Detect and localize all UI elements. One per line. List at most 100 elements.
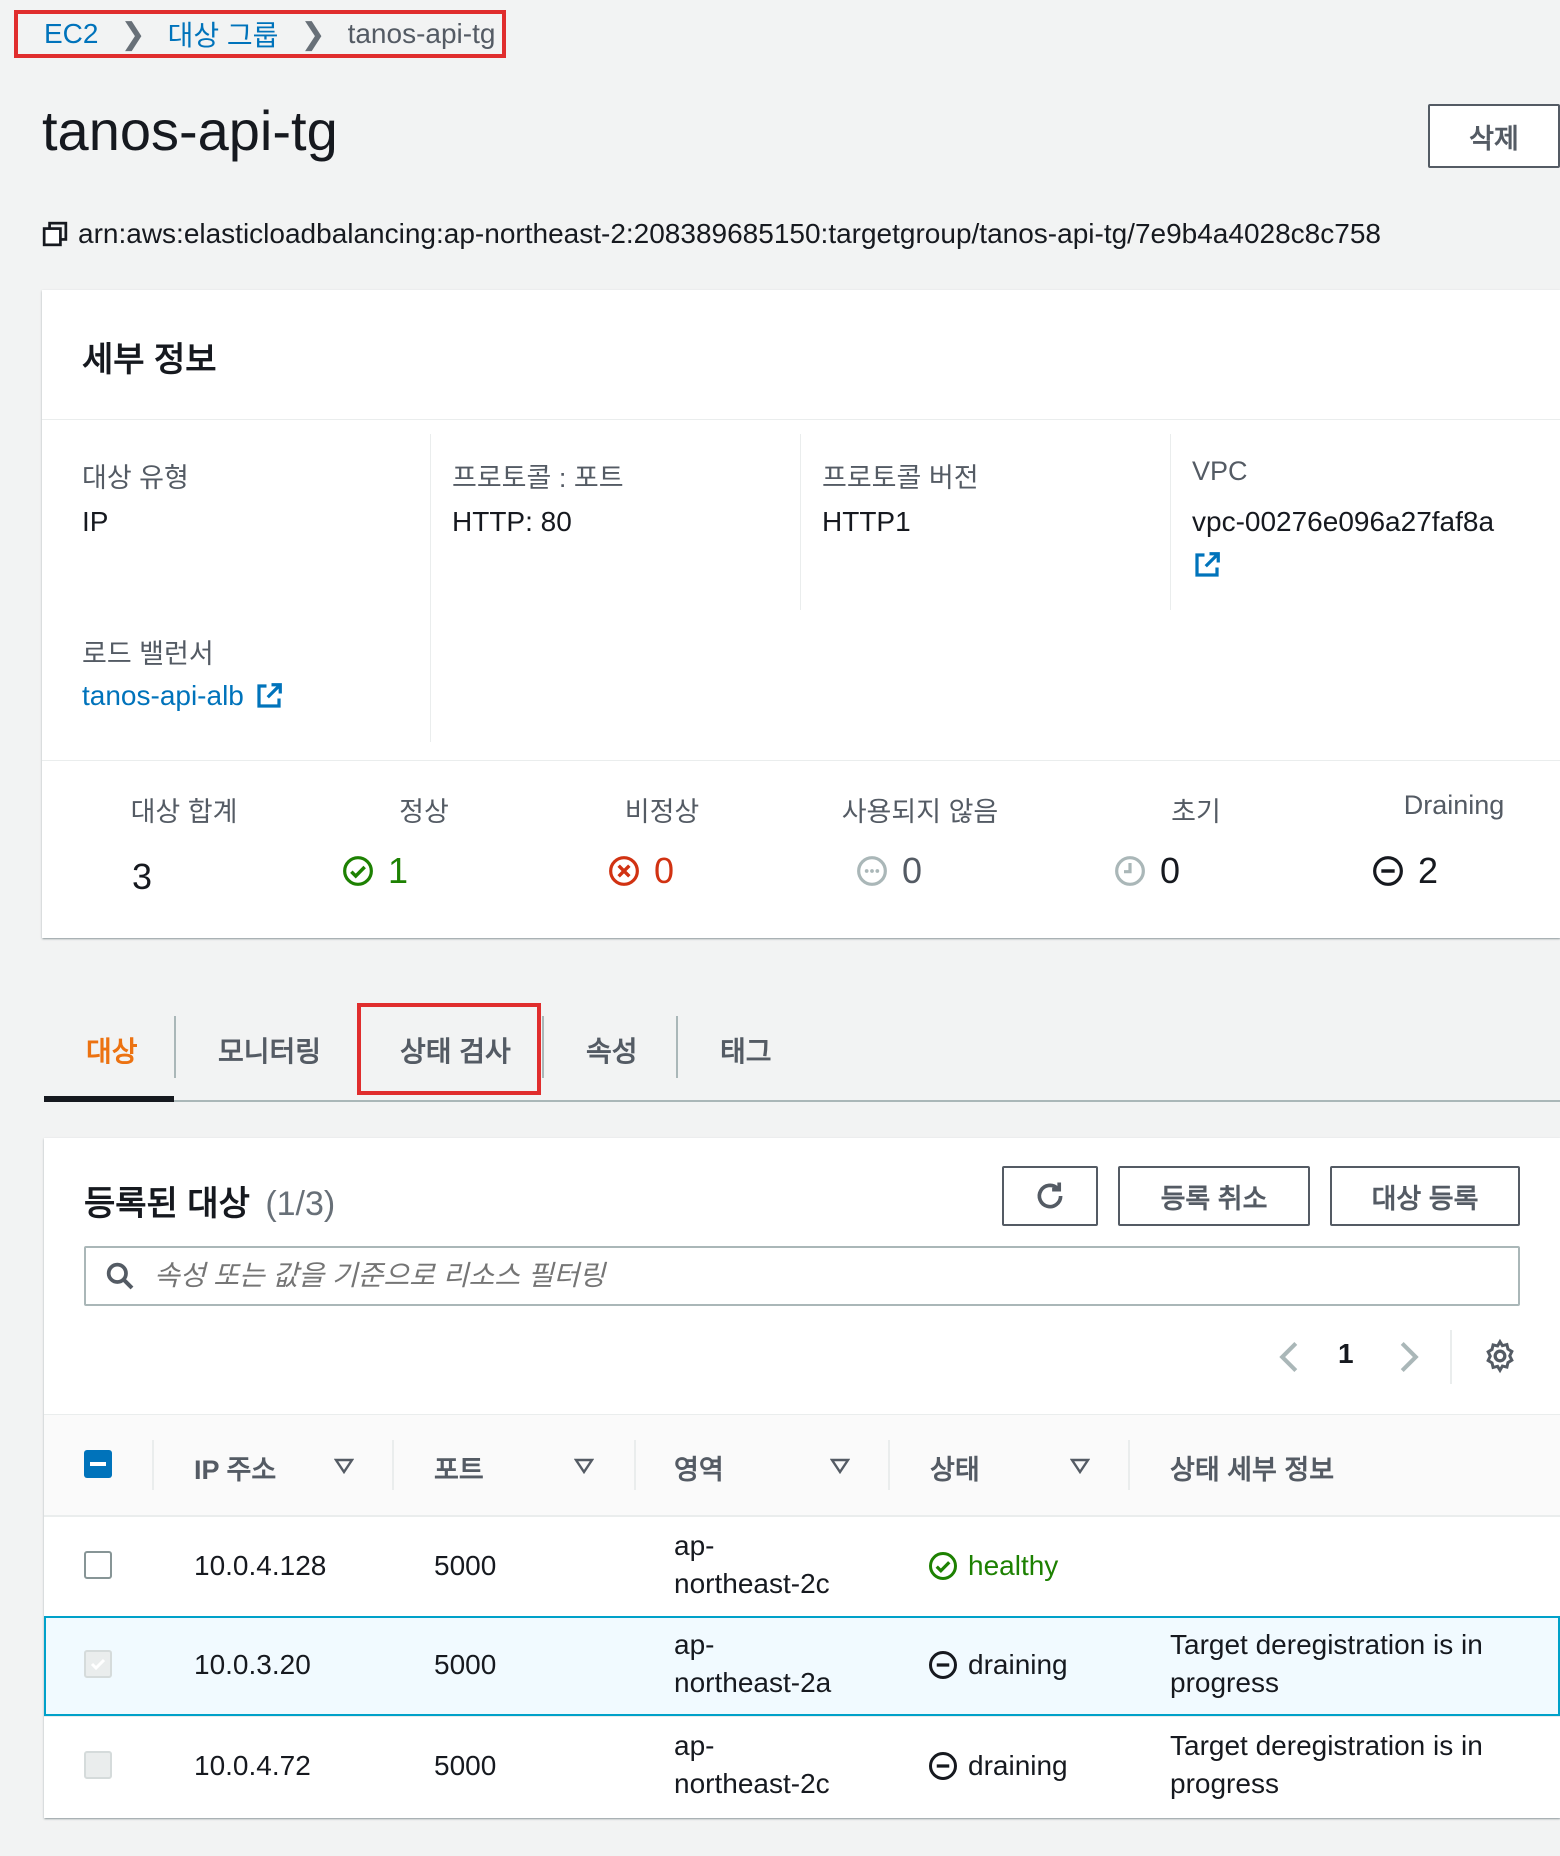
tab-tags[interactable]: 태그 xyxy=(720,1000,772,1100)
column-status[interactable]: 상태 xyxy=(930,1448,980,1487)
deregister-button[interactable]: 등록 취소 xyxy=(1118,1166,1310,1226)
stat-total: 3 xyxy=(132,856,152,898)
details-panel: 세부 정보 대상 유형 IP 프로토콜 : 포트 HTTP: 80 프로토콜 버… xyxy=(42,290,1560,938)
cell-zone-line1: ap- xyxy=(674,1730,715,1761)
targets-title: 등록된 대상 (1/3) xyxy=(84,1176,335,1225)
protocol-version-label: 프로토콜 버전 xyxy=(822,463,979,493)
chevron-right-icon[interactable] xyxy=(1398,1340,1420,1374)
divider xyxy=(1170,434,1171,610)
stat-draining-value: 2 xyxy=(1418,850,1439,891)
column-port[interactable]: 포트 xyxy=(434,1448,484,1487)
ellipsis-circle-icon xyxy=(857,856,887,886)
column-status-detail[interactable]: 상태 세부 정보 xyxy=(1170,1448,1334,1487)
cell-status: draining xyxy=(928,1646,1068,1684)
column-divider xyxy=(888,1440,890,1490)
check-circle-icon xyxy=(343,856,373,886)
tab-attributes[interactable]: 속성 xyxy=(586,1000,638,1100)
stat-draining: 2 xyxy=(1372,850,1438,892)
x-circle-icon xyxy=(609,856,639,886)
cell-status: draining xyxy=(928,1747,1068,1785)
delete-button[interactable]: 삭제 xyxy=(1428,104,1560,168)
target-type-value: IP xyxy=(82,506,109,537)
column-divider xyxy=(1128,1440,1130,1490)
column-divider xyxy=(392,1440,394,1490)
indeterminate-mark xyxy=(90,1462,106,1466)
vpc-label: VPC xyxy=(1192,456,1248,486)
table-row[interactable]: 10.0.4.72 5000 ap- northeast-2c draining… xyxy=(44,1716,1560,1816)
target-type-label: 대상 유형 xyxy=(82,463,189,493)
details-header: 세부 정보 xyxy=(42,290,1560,420)
breadcrumb-target-groups[interactable]: 대상 그룹 xyxy=(168,14,279,54)
load-balancer-link[interactable]: tanos-api-alb xyxy=(82,680,244,712)
clock-icon xyxy=(1115,856,1145,886)
gear-icon[interactable] xyxy=(1482,1338,1518,1374)
chevron-left-icon[interactable] xyxy=(1278,1340,1300,1374)
cell-zone-line2: northeast-2c xyxy=(674,1768,830,1799)
row-checkbox[interactable] xyxy=(84,1650,112,1678)
tab-targets[interactable]: 대상 xyxy=(86,1000,138,1100)
cell-ip: 10.0.4.72 xyxy=(194,1750,311,1781)
cell-zone-line1: ap- xyxy=(674,1629,715,1660)
stat-healthy-value: 1 xyxy=(388,850,409,891)
register-targets-button[interactable]: 대상 등록 xyxy=(1330,1166,1520,1226)
arn-line: arn:aws:elasticloadbalancing:ap-northeas… xyxy=(42,218,1381,250)
minus-circle-icon xyxy=(1373,856,1403,886)
cell-ip: 10.0.3.20 xyxy=(194,1649,311,1680)
filter-input[interactable] xyxy=(154,1260,1454,1292)
column-divider xyxy=(634,1440,636,1490)
tab-bar: 대상 모니터링 상태 검사 속성 태그 xyxy=(44,1000,1560,1102)
copy-icon[interactable] xyxy=(42,221,68,247)
row-checkbox[interactable] xyxy=(84,1751,112,1779)
refresh-button[interactable] xyxy=(1002,1166,1098,1226)
page-number[interactable]: 1 xyxy=(1338,1338,1354,1370)
tab-divider xyxy=(542,1016,544,1078)
check-circle-icon xyxy=(929,1552,957,1580)
targets-count: (1/3) xyxy=(265,1185,336,1223)
column-ip[interactable]: IP 주소 xyxy=(194,1448,276,1487)
cell-port: 5000 xyxy=(434,1750,497,1781)
tab-divider xyxy=(676,1016,678,1078)
protocol-port-label: 프로토콜 : 포트 xyxy=(452,463,624,493)
breadcrumb-ec2[interactable]: EC2 xyxy=(44,18,98,50)
load-balancer-label: 로드 밸런서 xyxy=(82,639,214,669)
stat-unused: 0 xyxy=(856,850,922,892)
vpc-link[interactable]: vpc-00276e096a27faf8a xyxy=(1192,506,1494,538)
cell-port: 5000 xyxy=(434,1649,497,1680)
cell-zone: ap- northeast-2c xyxy=(674,1527,830,1603)
cell-zone: ap- northeast-2a xyxy=(674,1626,831,1702)
divider xyxy=(430,434,431,742)
table-row[interactable]: 10.0.4.128 5000 ap- northeast-2c healthy xyxy=(44,1516,1560,1616)
refresh-icon xyxy=(1037,1182,1063,1209)
sort-down-icon[interactable] xyxy=(574,1458,594,1474)
sort-down-icon[interactable] xyxy=(1070,1458,1090,1474)
external-link-icon[interactable] xyxy=(1192,550,1222,580)
select-all-checkbox[interactable] xyxy=(84,1450,112,1478)
cell-ip: 10.0.4.128 xyxy=(194,1550,327,1581)
cell-detail-line2: progress xyxy=(1170,1768,1279,1799)
cell-status-text: healthy xyxy=(968,1550,1059,1581)
stat-draining-label: Draining xyxy=(1403,790,1505,820)
details-title: 세부 정보 xyxy=(82,341,217,379)
tab-divider xyxy=(174,1016,176,1078)
sort-down-icon[interactable] xyxy=(334,1458,354,1474)
stat-total-label: 대상 합계 xyxy=(130,797,238,827)
arn-value: arn:aws:elasticloadbalancing:ap-northeas… xyxy=(78,218,1381,249)
stat-unused-value: 0 xyxy=(902,850,923,891)
minus-circle-icon xyxy=(929,1752,957,1780)
divider xyxy=(800,434,801,610)
stat-initial-value: 0 xyxy=(1160,850,1181,891)
stat-unused-label: 사용되지 않음 xyxy=(841,797,999,827)
stat-unhealthy: 0 xyxy=(608,850,674,892)
column-zone[interactable]: 영역 xyxy=(674,1448,724,1487)
sort-down-icon[interactable] xyxy=(830,1458,850,1474)
tab-monitoring[interactable]: 모니터링 xyxy=(218,1000,321,1100)
check-icon xyxy=(90,1658,106,1671)
external-link-icon[interactable] xyxy=(254,681,284,711)
table-row[interactable]: 10.0.3.20 5000 ap- northeast-2a draining… xyxy=(44,1616,1560,1716)
protocol-port-value: HTTP: 80 xyxy=(452,506,572,537)
row-checkbox[interactable] xyxy=(84,1551,112,1579)
cell-zone: ap- northeast-2c xyxy=(674,1727,830,1803)
cell-status: healthy xyxy=(928,1547,1058,1585)
stat-healthy: 1 xyxy=(342,850,408,892)
stat-healthy-label: 정상 xyxy=(399,797,449,827)
